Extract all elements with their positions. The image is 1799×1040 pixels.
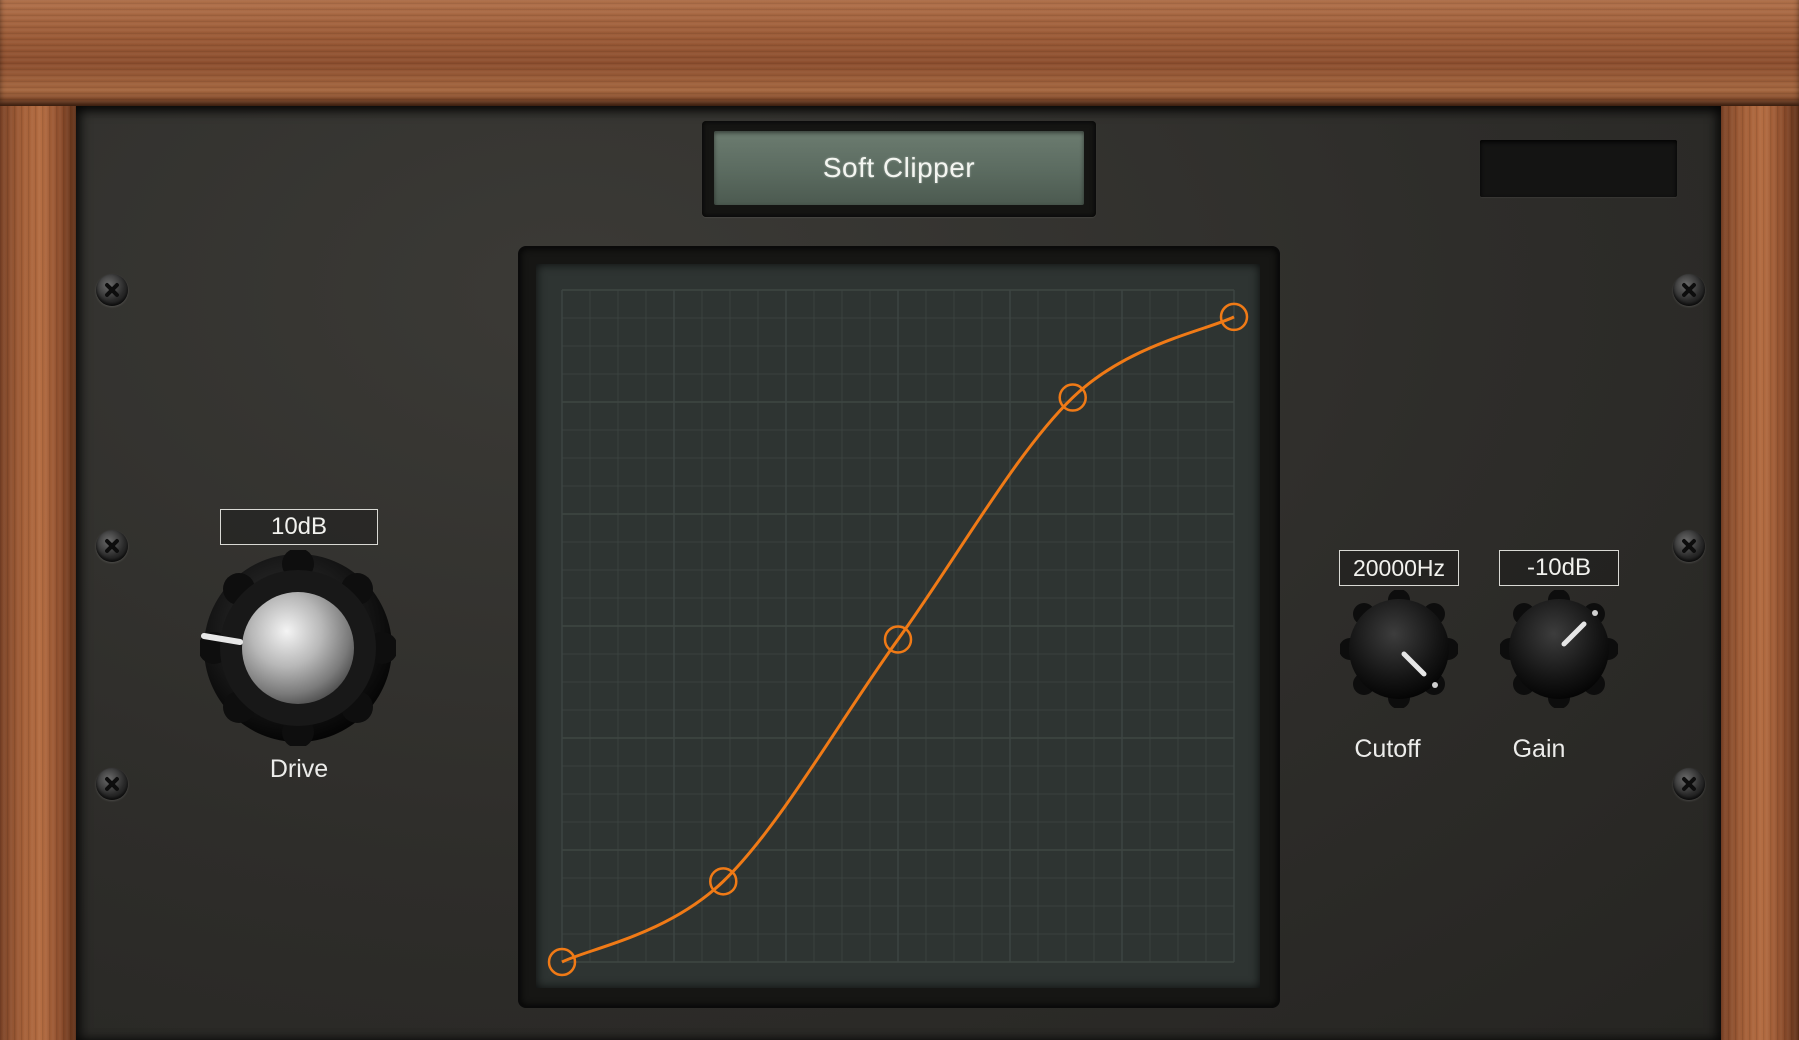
drive-knob[interactable] — [200, 550, 396, 746]
gain-knob[interactable] — [1500, 590, 1618, 708]
wood-top-trim — [0, 0, 1799, 106]
screw-icon — [96, 768, 128, 800]
wood-left-trim — [0, 106, 76, 1040]
plugin-title: Soft Clipper — [822, 152, 976, 183]
screw-icon — [1673, 274, 1705, 306]
transfer-curve-svg[interactable] — [536, 264, 1260, 988]
gain-label: Gain — [1512, 735, 1566, 763]
drive-value-box[interactable]: 10dB — [220, 509, 378, 545]
screw-icon — [1673, 768, 1705, 800]
screw-icon — [96, 274, 128, 306]
cutoff-value-box[interactable]: 20000Hz — [1339, 550, 1459, 586]
screw-icon — [1673, 530, 1705, 562]
cutoff-knob[interactable] — [1340, 590, 1458, 708]
transfer-curve-graph[interactable] — [536, 264, 1260, 988]
drive-label: Drive — [269, 755, 329, 783]
status-slot — [1480, 140, 1677, 197]
title-display-frame: Soft Clipper — [702, 121, 1096, 217]
cutoff-label: Cutoff — [1354, 735, 1421, 763]
transfer-curve-frame — [520, 248, 1278, 1006]
screw-icon — [96, 530, 128, 562]
title-display: Soft Clipper — [714, 131, 1084, 205]
wood-right-trim — [1721, 106, 1799, 1040]
gain-value-box[interactable]: -10dB — [1499, 550, 1619, 586]
